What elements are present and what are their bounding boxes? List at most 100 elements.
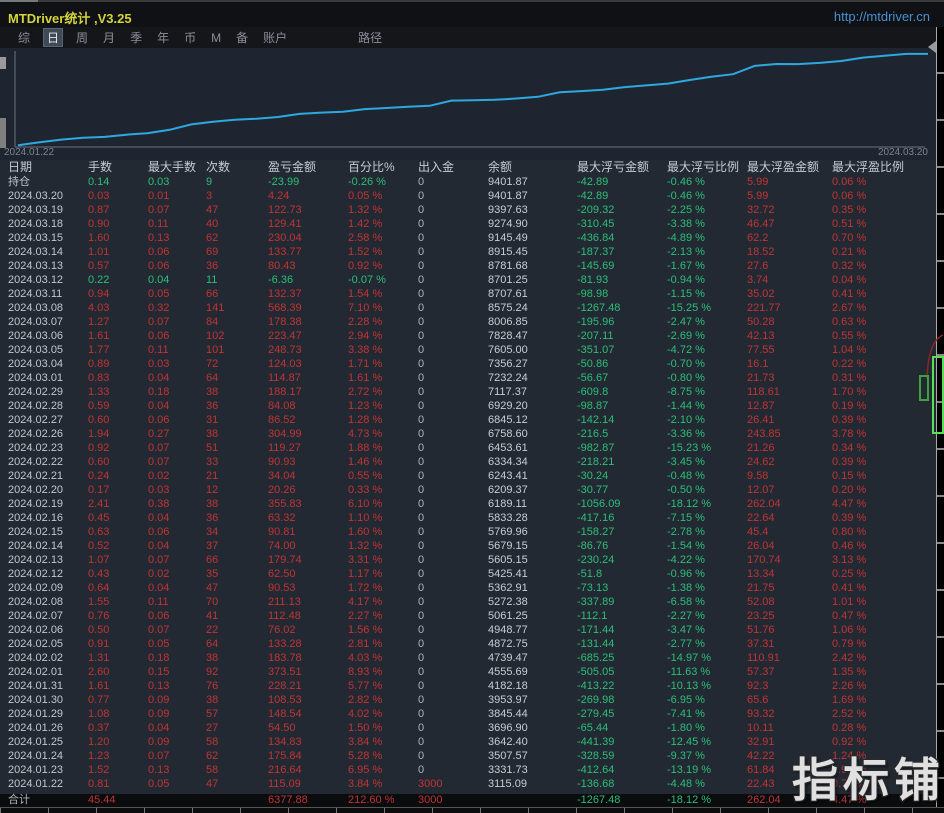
value-cell: 90.81 bbox=[268, 526, 296, 538]
table-row[interactable]: 2024.02.07 0.76 0.06 41 112.48 2.27 % 0 5061.25… bbox=[0, 609, 936, 623]
table-row[interactable]: 2024.03.11 0.94 0.05 66 132.37 1.54 % 0 8707.61… bbox=[0, 287, 936, 301]
value-cell: 0.04 bbox=[148, 722, 170, 734]
table-row[interactable]: 2024.02.02 1.31 0.18 38 183.78 4.03 % 0 4739.47… bbox=[0, 651, 936, 665]
menu-item-路径[interactable]: 路径 bbox=[356, 28, 384, 47]
chart-start-date: 2024.01.22 bbox=[4, 147, 55, 158]
value-cell: 114.87 bbox=[268, 372, 301, 384]
table-row[interactable]: 2024.01.31 1.61 0.13 76 228.21 5.77 % 0 4182.18… bbox=[0, 679, 936, 693]
date-cell: 2024.03.08 bbox=[8, 302, 64, 314]
table-row[interactable]: 2024.03.08 4.03 0.32 141 568.39 7.10 % 0 8575.2… bbox=[0, 301, 936, 315]
table-row[interactable]: 2024.03.05 1.77 0.11 101 248.73 3.38 % 0 7605.0… bbox=[0, 343, 936, 357]
table-row[interactable]: 2024.03.06 1.61 0.06 102 223.47 2.94 % 0 7828.4… bbox=[0, 329, 936, 343]
value-cell: 0 bbox=[418, 512, 425, 524]
menu-item-账户[interactable]: 账户 bbox=[261, 28, 289, 47]
value-cell: 3845.44 bbox=[488, 708, 528, 720]
scroll-left-arrow-icon[interactable] bbox=[928, 41, 936, 53]
menu-item-M[interactable]: M bbox=[209, 30, 223, 46]
table-row[interactable]: 2024.02.05 0.91 0.05 64 133.28 2.81 % 0 4872.75… bbox=[0, 637, 936, 651]
value-cell: 26.04 bbox=[747, 540, 775, 552]
date-cell: 2024.01.29 bbox=[8, 708, 64, 720]
value-cell: 0 bbox=[418, 484, 425, 496]
left-edge-artifact bbox=[0, 57, 6, 69]
menu-item-年[interactable]: 年 bbox=[155, 28, 171, 47]
table-row[interactable]: 2024.02.28 0.59 0.04 36 84.08 1.23 % 0 6929.20 -… bbox=[0, 399, 936, 413]
table-row[interactable]: 2024.03.15 1.60 0.13 62 230.04 2.58 % 0 9145.49… bbox=[0, 231, 936, 245]
table-row[interactable]: 2024.02.26 1.94 0.27 38 304.99 4.73 % 0 6758.60… bbox=[0, 427, 936, 441]
value-cell: 124.03 bbox=[268, 358, 302, 370]
value-cell: 2.81 % bbox=[348, 638, 383, 650]
menu-item-季[interactable]: 季 bbox=[128, 28, 144, 47]
table-row[interactable]: 2024.02.27 0.60 0.06 31 86.52 1.28 % 0 6845.12 -… bbox=[0, 413, 936, 427]
date-cell: 2024.02.22 bbox=[8, 456, 64, 468]
table-row[interactable]: 2024.03.20 0.03 0.01 3 4.24 0.05 % 0 9401.87 -42… bbox=[0, 189, 936, 203]
date-cell: 2024.02.01 bbox=[8, 666, 64, 678]
value-cell: 0.04 % bbox=[832, 274, 867, 286]
table-row[interactable]: 2024.02.08 1.55 0.11 70 211.13 4.17 % 0 5272.38… bbox=[0, 595, 936, 609]
table-row[interactable]: 2024.02.01 2.60 0.15 92 373.51 8.93 % 0 4555.69… bbox=[0, 665, 936, 679]
table-row[interactable]: 2024.03.01 0.83 0.04 64 114.87 1.61 % 0 7232.24… bbox=[0, 371, 936, 385]
date-cell: 2024.02.05 bbox=[8, 638, 64, 650]
menu-item-备[interactable]: 备 bbox=[234, 28, 250, 47]
menu-item-月[interactable]: 月 bbox=[101, 28, 117, 47]
table-row[interactable]: 2024.03.12 0.22 0.04 11 -6.36 -0.07 % 0 8701.25… bbox=[0, 273, 936, 287]
table-row[interactable]: 2024.03.18 0.90 0.11 40 129.41 1.42 % 0 9274.90… bbox=[0, 217, 936, 231]
value-cell: 84.08 bbox=[268, 400, 296, 412]
value-cell: 1.06 % bbox=[832, 624, 867, 636]
website-link[interactable]: http://mtdriver.cn bbox=[834, 9, 930, 24]
table-row[interactable]: 2024.02.16 0.45 0.04 36 63.32 1.10 % 0 5833.28 -… bbox=[0, 511, 936, 525]
value-cell: -1.38 % bbox=[667, 582, 705, 594]
value-cell: 0 bbox=[418, 554, 425, 566]
table-row[interactable]: 2024.02.12 0.43 0.02 35 62.50 1.17 % 0 5425.41 -… bbox=[0, 567, 936, 581]
value-cell: -187.37 bbox=[577, 246, 615, 258]
value-cell: 32.72 bbox=[747, 204, 775, 216]
table-row[interactable]: 2024.03.13 0.57 0.06 36 80.43 0.92 % 0 8781.68 -… bbox=[0, 259, 936, 273]
table-row[interactable]: 2024.02.19 2.41 0.38 38 355.83 6.10 % 0 6189.11… bbox=[0, 497, 936, 511]
table-row[interactable]: 持仓 0.14 0.03 9 -23.99 -0.26 % 0 9401.87 -42.89 -0… bbox=[0, 175, 936, 189]
menu-item-日[interactable]: 日 bbox=[43, 28, 64, 47]
value-cell: 1.32 % bbox=[348, 540, 383, 552]
value-cell: -86.76 bbox=[577, 540, 609, 552]
menu-item-币[interactable]: 币 bbox=[182, 28, 198, 47]
value-cell: -14.97 % bbox=[667, 652, 712, 664]
table-row[interactable]: 2024.01.30 0.77 0.09 38 108.53 2.82 % 0 3953.97… bbox=[0, 693, 936, 707]
value-cell: 101 bbox=[206, 344, 225, 356]
table-row[interactable]: 2024.02.13 1.07 0.07 66 179.74 3.31 % 0 5605.15… bbox=[0, 553, 936, 567]
table-row[interactable]: 2024.02.09 0.64 0.04 47 90.53 1.72 % 0 5362.91 -… bbox=[0, 581, 936, 595]
app-window: MTDriver统计 ,V3.25 http://mtdriver.cn 综日周… bbox=[0, 0, 944, 813]
value-cell: 8707.61 bbox=[488, 288, 528, 300]
table-row[interactable]: 2024.02.14 0.52 0.04 37 74.00 1.32 % 0 5679.15 -… bbox=[0, 539, 936, 553]
table-row[interactable]: 2024.02.15 0.63 0.06 34 90.81 1.60 % 0 5769.96 -… bbox=[0, 525, 936, 539]
value-cell: -145.69 bbox=[577, 260, 615, 272]
value-cell: 0.39 % bbox=[832, 512, 867, 524]
date-cell: 2024.02.26 bbox=[8, 428, 64, 440]
value-cell: 0 bbox=[418, 442, 425, 454]
value-cell: 115.09 bbox=[268, 778, 301, 790]
value-cell: 0.18 bbox=[148, 386, 170, 398]
date-cell: 持仓 bbox=[8, 176, 30, 188]
value-cell: 57.37 bbox=[747, 666, 775, 678]
column-header: 次数 bbox=[206, 160, 231, 174]
table-row[interactable]: 2024.03.07 1.27 0.07 84 178.38 2.28 % 0 8006.85… bbox=[0, 315, 936, 329]
value-cell: 178.38 bbox=[268, 316, 302, 328]
value-cell: 5362.91 bbox=[488, 582, 528, 594]
value-cell: 0.21 % bbox=[832, 246, 867, 258]
table-row[interactable]: 2024.02.21 0.24 0.02 21 34.04 0.55 % 0 6243.41 -… bbox=[0, 469, 936, 483]
table-row[interactable]: 2024.02.23 0.92 0.07 51 119.27 1.88 % 0 6453.61… bbox=[0, 441, 936, 455]
value-cell: 262.04 bbox=[747, 498, 781, 510]
value-cell: 22.64 bbox=[747, 512, 775, 524]
table-row[interactable]: 2024.03.19 0.87 0.07 47 122.73 1.32 % 0 9397.63… bbox=[0, 203, 936, 217]
menu-item-周[interactable]: 周 bbox=[74, 28, 90, 47]
table-row[interactable]: 2024.02.22 0.60 0.07 33 90.93 1.46 % 0 6334.34 -… bbox=[0, 455, 936, 469]
table-row[interactable]: 2024.03.14 1.01 0.06 69 133.77 1.52 % 0 8915.45… bbox=[0, 245, 936, 259]
table-row[interactable]: 2024.02.06 0.50 0.07 22 76.02 1.56 % 0 4948.77 -… bbox=[0, 623, 936, 637]
table-row[interactable]: 2024.02.29 1.33 0.18 38 188.17 2.72 % 0 7117.37… bbox=[0, 385, 936, 399]
value-cell: 0.05 bbox=[148, 638, 170, 650]
menu-item-综[interactable]: 综 bbox=[16, 28, 32, 47]
table-row[interactable]: 2024.03.04 0.89 0.03 72 124.03 1.71 % 0 7356.27… bbox=[0, 357, 936, 371]
value-cell: 47 bbox=[206, 582, 219, 594]
table-row[interactable]: 2024.01.29 1.08 0.09 57 148.54 4.02 % 0 3845.44… bbox=[0, 707, 936, 721]
value-cell: -23.99 bbox=[268, 176, 300, 188]
table-row[interactable]: 2024.02.20 0.17 0.03 12 20.26 0.33 % 0 6209.37 -… bbox=[0, 483, 936, 497]
value-cell: 0 bbox=[418, 316, 425, 328]
table-row[interactable]: 2024.01.26 0.37 0.04 27 54.50 1.50 % 0 3696.90 -… bbox=[0, 721, 936, 735]
